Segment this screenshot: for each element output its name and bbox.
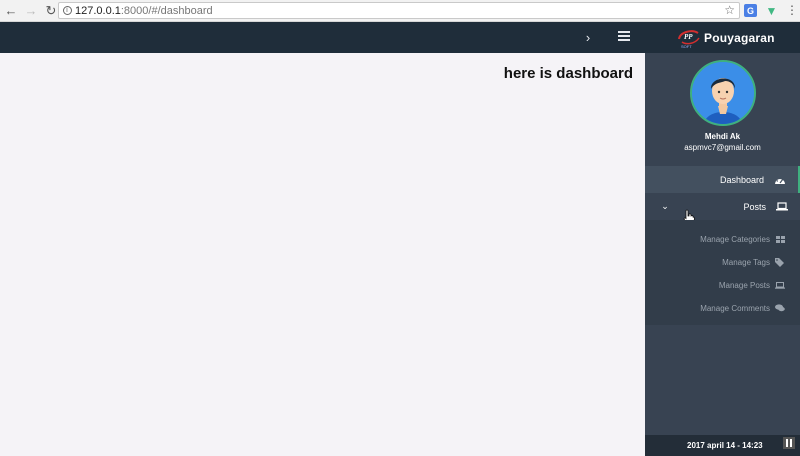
info-icon[interactable]: i bbox=[59, 3, 75, 18]
submenu-item-manage-categories[interactable]: Manage Categories bbox=[700, 232, 785, 246]
laptop-icon bbox=[776, 201, 788, 213]
tags-icon bbox=[775, 257, 785, 267]
bookmark-star-icon[interactable]: ☆ bbox=[724, 3, 735, 17]
main-content: here is dashboard bbox=[0, 53, 645, 456]
user-email: aspmvc7@gmail.com bbox=[684, 143, 761, 152]
chevron-right-icon[interactable]: › bbox=[581, 28, 595, 46]
comments-icon bbox=[775, 304, 785, 313]
vue-devtools-icon[interactable]: ▼ bbox=[765, 4, 778, 18]
url-path: :8000/#/dashboard bbox=[120, 4, 213, 17]
submenu-item-label: Manage Comments bbox=[700, 303, 770, 313]
brand-logo[interactable]: PP SOFT Pouyagaran bbox=[676, 26, 775, 50]
submenu-item-label: Manage Tags bbox=[722, 257, 770, 267]
submenu-item-label: Manage Posts bbox=[718, 280, 770, 290]
avatar[interactable] bbox=[690, 60, 756, 126]
tachometer-icon bbox=[774, 174, 786, 186]
posts-submenu: Manage Categories Manage Tags Manage Pos… bbox=[645, 220, 800, 325]
brand-mark-icon: PP SOFT bbox=[676, 27, 702, 49]
sidebar-item-label: Dashboard bbox=[719, 174, 764, 185]
submenu-item-manage-tags[interactable]: Manage Tags bbox=[722, 255, 785, 269]
address-bar[interactable]: i 127.0.0.1:8000/#/dashboard ☆ bbox=[58, 2, 740, 19]
sidebar: Mehdi Ak aspmvc7@gmail.com Dashboard ⌄ P… bbox=[645, 53, 800, 456]
pause-icon[interactable] bbox=[783, 437, 795, 449]
forward-icon[interactable]: → bbox=[22, 2, 40, 20]
submenu-item-manage-comments[interactable]: Manage Comments bbox=[700, 301, 785, 315]
svg-text:PP: PP bbox=[684, 33, 693, 41]
sidebar-item-posts[interactable]: Posts bbox=[645, 193, 800, 220]
url-host: 127.0.0.1 bbox=[75, 4, 121, 17]
sidebar-item-label: Posts bbox=[743, 201, 766, 212]
user-name: Mehdi Ak bbox=[704, 132, 741, 141]
hamburger-menu-icon[interactable] bbox=[618, 31, 630, 42]
submenu-item-manage-posts[interactable]: Manage Posts bbox=[719, 278, 785, 292]
svg-text:SOFT: SOFT bbox=[681, 44, 692, 49]
browser-toolbar: ← → ↻ i 127.0.0.1:8000/#/dashboard ☆ G ▼… bbox=[0, 0, 800, 22]
browser-menu-icon[interactable]: ⋮ bbox=[786, 3, 798, 17]
sidebar-footer-datetime: 2017 april 14 - 14:23 bbox=[645, 435, 800, 456]
sidebar-item-dashboard[interactable]: Dashboard bbox=[645, 166, 800, 193]
laptop-icon bbox=[775, 281, 785, 290]
translate-extension-icon[interactable]: G bbox=[744, 4, 757, 17]
brand-name: Pouyagaran bbox=[704, 31, 775, 45]
submenu-item-label: Manage Categories bbox=[700, 234, 770, 244]
back-icon[interactable]: ← bbox=[2, 2, 20, 20]
grid-icon bbox=[775, 235, 785, 244]
page-title: here is dashboard bbox=[503, 65, 633, 82]
